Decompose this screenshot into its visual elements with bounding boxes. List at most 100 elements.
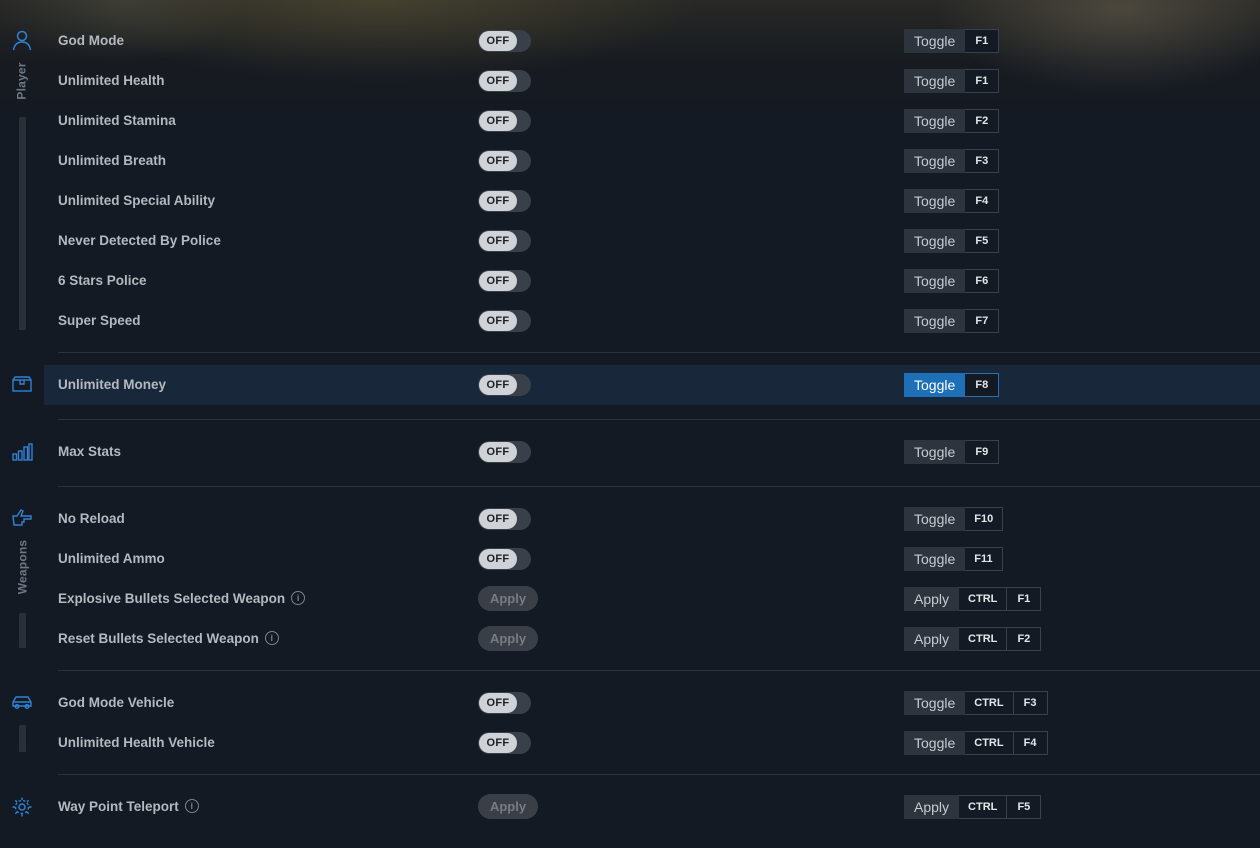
cheat-name: Never Detected By Police [58,221,221,261]
hotkey-f1[interactable]: F1 [965,69,1000,93]
toggle-state-label: OFF [479,71,517,91]
hotkey-f5[interactable]: F5 [1007,795,1042,819]
toggle-hotkey-button[interactable]: Toggle [904,440,966,464]
toggle-switch[interactable]: OFF [478,692,531,714]
category-label-player: Player [15,62,30,100]
toggle-hotkey-button[interactable]: Toggle [904,109,966,133]
inventory-box-icon[interactable] [11,373,33,395]
hotkey-ctrl[interactable]: CTRL [965,731,1014,755]
cheat-name-label: Explosive Bullets Selected Weapon [58,591,286,606]
apply-button[interactable]: Apply [478,586,538,611]
info-icon[interactable]: i [291,591,306,606]
hotkey-group: Toggle F5 [904,229,1000,253]
cheat-name-label: Never Detected By Police [58,233,221,248]
toggle-switch[interactable]: OFF [478,508,531,530]
toggle-hotkey-button[interactable]: Toggle [904,507,966,531]
toggle-switch[interactable]: OFF [478,270,531,292]
hotkey-group: Apply CTRL F5 [904,795,1042,819]
toggle-state-label: OFF [479,271,517,291]
hotkey-f6[interactable]: F6 [965,269,1000,293]
category-scrollbar-weapons[interactable] [19,613,26,648]
cheat-row-no-reload[interactable]: No Reload OFF Toggle F10 [44,499,1260,539]
toggle-hotkey-button[interactable]: Toggle [904,547,966,571]
cheat-row-god-mode-vehicle[interactable]: God Mode Vehicle OFF Toggle CTRL F3 [44,683,1260,723]
hotkey-f3[interactable]: F3 [1013,691,1048,715]
toggle-hotkey-button[interactable]: Toggle [904,229,966,253]
category-scrollbar-vehicle[interactable] [19,725,26,752]
cheat-row-unlimited-stamina[interactable]: Unlimited Stamina OFF Toggle F2 [44,101,1260,141]
hotkey-f8[interactable]: F8 [965,373,1000,397]
hotkey-f11[interactable]: F11 [965,547,1003,571]
cheat-row-reset-bullets-selected-weapon[interactable]: Reset Bullets Selected Weapon i Apply Apply… [44,619,1260,659]
toggle-hotkey-button[interactable]: Toggle [904,69,966,93]
toggle-switch[interactable]: OFF [478,230,531,252]
toggle-hotkey-button[interactable]: Toggle [904,309,966,333]
hotkey-f2[interactable]: F2 [965,109,1000,133]
apply-button[interactable]: Apply [478,626,538,651]
car-icon[interactable] [11,691,33,713]
toggle-switch[interactable]: OFF [478,374,531,396]
apply-hotkey-button[interactable]: Apply [904,795,960,819]
toggle-hotkey-button[interactable]: Toggle [904,29,966,53]
hotkey-f3[interactable]: F3 [965,149,1000,173]
cheat-row-unlimited-ammo[interactable]: Unlimited Ammo OFF Toggle F11 [44,539,1260,579]
cheat-name-label: God Mode Vehicle [58,695,175,710]
toggle-switch[interactable]: OFF [478,548,531,570]
hotkey-f1[interactable]: F1 [965,29,1000,53]
hotkey-f4[interactable]: F4 [965,189,1000,213]
info-icon[interactable]: i [264,631,279,646]
toggle-hotkey-button[interactable]: Toggle [904,691,966,715]
toggle-switch[interactable]: OFF [478,30,531,52]
toggle-switch[interactable]: OFF [478,441,531,463]
hotkey-group: Toggle CTRL F3 [904,691,1048,715]
toggle-hotkey-button[interactable]: Toggle [904,373,966,397]
hotkey-f4[interactable]: F4 [1013,731,1048,755]
cheat-row-way-point-teleport[interactable]: Way Point Teleport i Apply Apply CTRL F5 [44,787,1260,827]
hotkey-f10[interactable]: F10 [965,507,1004,531]
category-scrollbar-player[interactable] [19,117,26,330]
info-icon[interactable]: i [184,799,199,814]
hotkey-ctrl[interactable]: CTRL [959,627,1008,651]
hotkey-f2[interactable]: F2 [1007,627,1042,651]
cheat-row-unlimited-money[interactable]: Unlimited Money OFF Toggle F8 [44,365,1260,405]
toggle-switch[interactable]: OFF [478,150,531,172]
toggle-hotkey-button[interactable]: Toggle [904,269,966,293]
hotkey-ctrl[interactable]: CTRL [959,587,1008,611]
toggle-switch[interactable]: OFF [478,310,531,332]
toggle-hotkey-button[interactable]: Toggle [904,189,966,213]
stats-bars-icon[interactable] [11,441,33,463]
cheat-row-6-stars-police[interactable]: 6 Stars Police OFF Toggle F6 [44,261,1260,301]
cheat-row-unlimited-breath[interactable]: Unlimited Breath OFF Toggle F3 [44,141,1260,181]
hand-gun-icon[interactable] [11,507,33,529]
toggle-state-label: OFF [479,375,517,395]
toggle-switch[interactable]: OFF [478,70,531,92]
section-divider [58,352,1260,353]
hotkey-f7[interactable]: F7 [965,309,1000,333]
cheat-row-max-stats[interactable]: Max Stats OFF Toggle F9 [44,432,1260,472]
cheat-row-never-detected-by-police[interactable]: Never Detected By Police OFF Toggle F5 [44,221,1260,261]
hotkey-f1[interactable]: F1 [1007,587,1042,611]
teleport-icon[interactable] [11,796,33,818]
toggle-switch[interactable]: OFF [478,190,531,212]
cheat-row-unlimited-health-vehicle[interactable]: Unlimited Health Vehicle OFF Toggle CTRL F4 [44,723,1260,763]
apply-button[interactable]: Apply [478,794,538,819]
cheat-row-unlimited-special-ability[interactable]: Unlimited Special Ability OFF Toggle F4 [44,181,1260,221]
hotkey-ctrl[interactable]: CTRL [959,795,1008,819]
cheat-name: No Reload [58,499,125,539]
toggle-switch[interactable]: OFF [478,732,531,754]
player-icon[interactable] [11,29,33,51]
cheat-row-unlimited-health[interactable]: Unlimited Health OFF Toggle F1 [44,61,1260,101]
cheat-name: Explosive Bullets Selected Weapon i [58,579,306,619]
cheat-row-god-mode[interactable]: God Mode OFF Toggle F1 [44,21,1260,61]
hotkey-f5[interactable]: F5 [965,229,1000,253]
apply-hotkey-button[interactable]: Apply [904,587,960,611]
hotkey-ctrl[interactable]: CTRL [965,691,1014,715]
cheat-row-super-speed[interactable]: Super Speed OFF Toggle F7 [44,301,1260,341]
cheat-row-explosive-bullets-selected-weapon[interactable]: Explosive Bullets Selected Weapon i Apply A… [44,579,1260,619]
toggle-hotkey-button[interactable]: Toggle [904,731,966,755]
section-divider [58,670,1260,671]
toggle-switch[interactable]: OFF [478,110,531,132]
apply-hotkey-button[interactable]: Apply [904,627,960,651]
toggle-hotkey-button[interactable]: Toggle [904,149,966,173]
hotkey-f9[interactable]: F9 [965,440,1000,464]
